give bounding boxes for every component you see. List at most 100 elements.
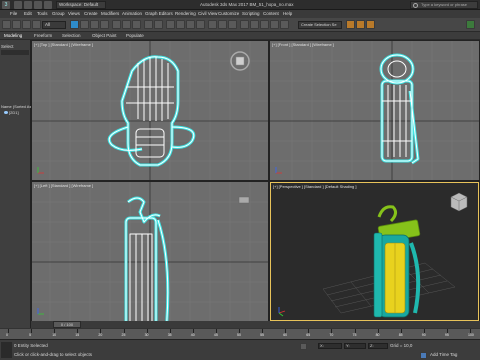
tab-modeling[interactable]: Modeling bbox=[4, 33, 22, 38]
selection-status: 0 Entity Selected bbox=[14, 343, 48, 348]
new-file-icon[interactable] bbox=[14, 1, 22, 9]
menu-help[interactable]: Help bbox=[283, 11, 292, 16]
viewport-front[interactable]: [+] [Front ] [Standard ] [Wireframe ] bbox=[270, 41, 479, 180]
angle-snap-button[interactable] bbox=[176, 20, 185, 29]
scene-column-header[interactable]: Name (Sorted As bbox=[1, 104, 31, 109]
menu-tools[interactable]: Tools bbox=[37, 11, 48, 16]
curve-editor-button[interactable] bbox=[260, 20, 269, 29]
menu-modifiers[interactable]: Modifiers bbox=[101, 11, 119, 16]
track-tick-label: 55 bbox=[260, 333, 264, 337]
material-editor-button[interactable] bbox=[280, 20, 289, 29]
undo-button[interactable] bbox=[2, 20, 11, 29]
named-selection-set-dropdown[interactable]: Create Selection Se bbox=[298, 21, 342, 29]
mirror-button[interactable] bbox=[218, 20, 227, 29]
selection-filter-dropdown[interactable]: All bbox=[42, 21, 66, 29]
tab-populate[interactable]: Populate bbox=[126, 33, 144, 38]
edit-named-sets-button[interactable] bbox=[208, 20, 217, 29]
viewport-left-label[interactable]: [+] [Left ] [Standard ] [Wireframe ] bbox=[34, 183, 93, 188]
select-object-button[interactable] bbox=[70, 20, 79, 29]
add-time-tag-button[interactable]: Add Time Tag bbox=[430, 352, 457, 357]
open-file-icon[interactable] bbox=[24, 1, 32, 9]
rect-select-button[interactable] bbox=[90, 20, 99, 29]
render-production-button[interactable] bbox=[366, 20, 375, 29]
track-bar[interactable]: 0 5 10 15 20 25 30 35 40 45 50 55 60 65 70 75 80 85 90 95 10… bbox=[0, 328, 480, 339]
scene-explorer: Select Name (Sorted As [2D1] bbox=[0, 40, 31, 328]
tab-selection[interactable]: Selection bbox=[62, 33, 81, 38]
rendered-frame-button[interactable] bbox=[356, 20, 365, 29]
menu-views[interactable]: Views bbox=[68, 11, 80, 16]
grid-size: Grid = 10,0 bbox=[390, 343, 413, 348]
viewport-front-label[interactable]: [+] [Front ] [Standard ] [Wireframe ] bbox=[272, 42, 334, 47]
schematic-view-button[interactable] bbox=[270, 20, 279, 29]
y-coordinate-field[interactable]: Y: bbox=[344, 343, 366, 349]
time-slider[interactable]: 0 / 100 bbox=[31, 321, 480, 328]
menu-edit[interactable]: Edit bbox=[24, 11, 32, 16]
menu-rendering[interactable]: Rendering bbox=[175, 11, 196, 16]
track-tick-label: 65 bbox=[306, 333, 311, 337]
x-coordinate-field[interactable]: X: bbox=[318, 343, 342, 349]
tab-object-paint[interactable]: Object Paint bbox=[92, 33, 117, 38]
track-tick-label: 0 bbox=[6, 333, 8, 337]
top-grid bbox=[32, 41, 268, 180]
app-title: Autodesk 3ds Max 2017 BM_51_hopa_no.max bbox=[200, 2, 294, 7]
percent-snap-button[interactable] bbox=[186, 20, 195, 29]
track-tick-label: 15 bbox=[75, 333, 80, 337]
window-crossing-button[interactable] bbox=[100, 20, 109, 29]
time-slider-thumb[interactable]: 0 / 100 bbox=[53, 321, 81, 328]
menu-civil-view[interactable]: Civil View bbox=[198, 11, 217, 16]
visibility-eye-icon[interactable] bbox=[4, 111, 8, 115]
unlink-button[interactable] bbox=[32, 20, 41, 29]
pivot-button[interactable] bbox=[154, 20, 163, 29]
lock-selection-icon[interactable] bbox=[300, 343, 307, 350]
status-bar: 0 Entity Selected Click or click-and-dra… bbox=[0, 339, 480, 360]
maxscript-listener[interactable] bbox=[1, 342, 12, 358]
viewport-top[interactable]: [+] [Top ] [Standard ] [Wireframe ] bbox=[32, 41, 268, 180]
track-tick-label: 50 bbox=[237, 333, 241, 337]
track-tick-label: 95 bbox=[444, 333, 449, 337]
menu-graph-editors[interactable]: Graph Editors bbox=[145, 11, 173, 16]
menu-animation[interactable]: Animation bbox=[122, 11, 142, 16]
menu-file[interactable]: File bbox=[10, 11, 17, 16]
scene-search-field[interactable] bbox=[1, 50, 29, 55]
spinner-snap-button[interactable] bbox=[196, 20, 205, 29]
menu-group[interactable]: Group bbox=[52, 11, 65, 16]
scene-list-item[interactable]: [2D1] bbox=[4, 110, 19, 115]
track-tick-label: 20 bbox=[98, 333, 103, 337]
viewport-perspective-label[interactable]: [+] [Perspective ] [Standard ] [Default … bbox=[273, 184, 357, 189]
grenade-top-wireframe bbox=[107, 55, 196, 167]
move-button[interactable] bbox=[112, 20, 121, 29]
z-coordinate-field[interactable]: Z: bbox=[368, 343, 388, 349]
reference-coord-button[interactable] bbox=[144, 20, 153, 29]
track-tick-label: 75 bbox=[352, 333, 357, 337]
link-button[interactable] bbox=[22, 20, 31, 29]
menu-scripting[interactable]: Scripting bbox=[242, 11, 260, 16]
track-tick-label: 85 bbox=[398, 333, 403, 337]
viewport-left[interactable]: [+] [Left ] [Standard ] [Wireframe ] bbox=[32, 182, 268, 321]
save-file-icon[interactable] bbox=[34, 1, 42, 9]
track-tick-label: 25 bbox=[121, 333, 126, 337]
search-input[interactable]: Type a keyword or phrase bbox=[410, 1, 478, 9]
menu-content[interactable]: Content bbox=[263, 11, 279, 16]
menu-customize[interactable]: Customize bbox=[218, 11, 239, 16]
redo-button[interactable] bbox=[12, 20, 21, 29]
app-logo-icon[interactable]: 3 bbox=[2, 1, 10, 9]
toggle-ribbon-button[interactable] bbox=[250, 20, 259, 29]
snap-toggle-button[interactable] bbox=[166, 20, 175, 29]
select-by-name-button[interactable] bbox=[80, 20, 89, 29]
viewport-perspective[interactable]: [+] [Perspective ] [Standard ] [Default … bbox=[270, 182, 479, 321]
menu-create[interactable]: Create bbox=[84, 11, 98, 16]
undo-icon[interactable] bbox=[44, 1, 52, 9]
align-button[interactable] bbox=[228, 20, 237, 29]
render-setup-button[interactable] bbox=[346, 20, 355, 29]
layer-explorer-button[interactable] bbox=[240, 20, 249, 29]
tab-freeform[interactable]: Freeform bbox=[34, 33, 52, 38]
time-tag-icon[interactable] bbox=[420, 352, 427, 359]
workspace-dropdown[interactable]: Workspace: Default bbox=[56, 1, 106, 9]
scene-explorer-header[interactable]: Select bbox=[1, 44, 14, 49]
scale-button[interactable] bbox=[132, 20, 141, 29]
z-coordinate-label: Z: bbox=[370, 343, 374, 348]
viewport-top-label[interactable]: [+] [Top ] [Standard ] [Wireframe ] bbox=[34, 42, 93, 47]
rotate-button[interactable] bbox=[122, 20, 131, 29]
command-panel-button[interactable] bbox=[466, 20, 475, 29]
track-tick-label: 80 bbox=[375, 333, 380, 337]
